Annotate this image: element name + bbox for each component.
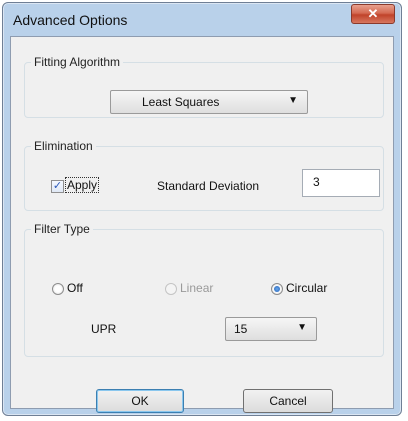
close-icon: ✕	[367, 6, 379, 21]
fitting-algorithm-legend: Fitting Algorithm	[34, 55, 121, 69]
filter-linear-label: Linear	[180, 281, 214, 295]
window-title: Advanced Options	[13, 12, 128, 28]
title-bar[interactable]: Advanced Options ✕	[3, 3, 401, 37]
upr-label: UPR	[91, 322, 117, 336]
upr-dropdown[interactable]: 15 ▼	[225, 317, 317, 341]
advanced-options-dialog: Advanced Options ✕ Fitting Algorithm Lea…	[2, 2, 402, 416]
chevron-down-icon: ▼	[288, 95, 298, 106]
cancel-button[interactable]: Cancel	[243, 389, 333, 413]
close-button[interactable]: ✕	[351, 4, 395, 24]
standard-deviation-input[interactable]: 3	[302, 169, 380, 197]
filter-linear-radio	[165, 283, 177, 295]
dialog-body: Fitting Algorithm Least Squares ▼ Elimin…	[10, 36, 394, 409]
standard-deviation-label: Standard Deviation	[157, 179, 260, 193]
filter-type-legend: Filter Type	[34, 222, 90, 236]
check-icon: ✓	[52, 180, 63, 192]
filter-circular-radio[interactable]	[271, 283, 283, 295]
chevron-down-icon: ▼	[297, 322, 307, 333]
ok-button[interactable]: OK	[96, 389, 184, 413]
fitting-algorithm-dropdown[interactable]: Least Squares ▼	[110, 90, 308, 114]
filter-off-radio[interactable]	[52, 283, 64, 295]
apply-label[interactable]: Apply	[64, 177, 100, 193]
filter-off-label[interactable]: Off	[67, 281, 83, 295]
filter-circular-label[interactable]: Circular	[286, 281, 327, 295]
apply-checkbox[interactable]: ✓	[51, 180, 64, 193]
elimination-legend: Elimination	[34, 139, 93, 153]
upr-value: 15	[234, 322, 248, 336]
fitting-algorithm-value: Least Squares	[142, 95, 220, 109]
